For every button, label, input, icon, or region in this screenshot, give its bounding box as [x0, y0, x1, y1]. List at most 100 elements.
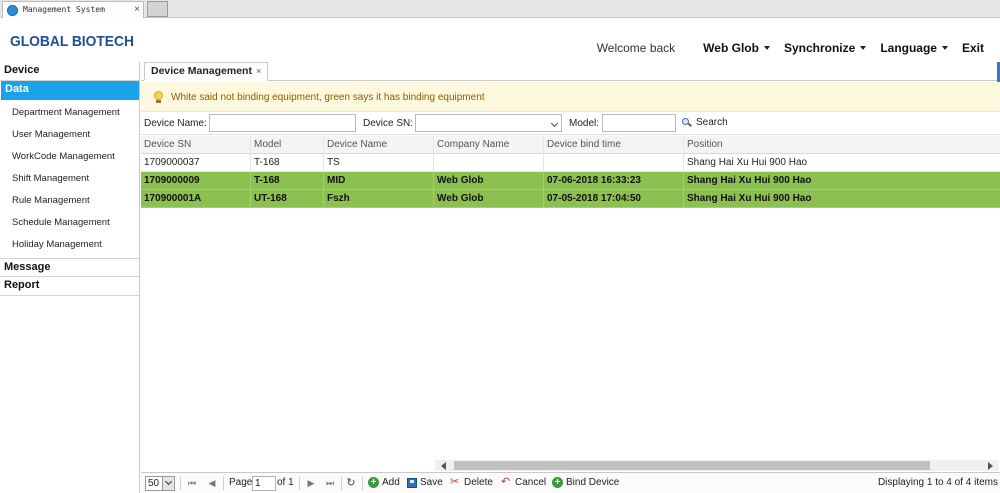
grid-horizontal-scrollbar[interactable] — [435, 460, 999, 471]
grid-header-row: Device SN Model Device Name Company Name… — [141, 136, 1000, 154]
prev-page-icon[interactable]: ◀ — [207, 477, 217, 489]
user-menu-label: Web Glob — [703, 41, 759, 55]
scrollbar-thumb[interactable] — [454, 461, 930, 470]
model-input[interactable] — [602, 114, 676, 132]
table-row[interactable]: 170900001A UT-168 Fszh Web Glob 07-05-20… — [141, 190, 1000, 208]
sidebar-section-report[interactable]: Report — [0, 277, 139, 296]
sidebar-item-department[interactable]: Department Management — [0, 102, 139, 124]
cell-model: T-168 — [251, 154, 324, 172]
cell-model: UT-168 — [251, 190, 324, 208]
page-number-value: 1 — [255, 478, 261, 489]
column-header-bind-time[interactable]: Device bind time — [544, 136, 684, 154]
cell-bind-time: 07-05-2018 17:04:50 — [544, 190, 684, 208]
user-menu[interactable]: Web Glob — [703, 41, 770, 55]
cell-device-sn: 1709000037 — [141, 154, 251, 172]
paging-toolbar: 50 ⏮ ◀ Page 1 of 1 ▶ ⏭ ↻ + Add Save ✂ Dele… — [141, 472, 1000, 493]
sidebar-item-workcode[interactable]: WorkCode Management — [0, 146, 139, 168]
column-header-model[interactable]: Model — [251, 136, 324, 154]
toolbar-separator — [341, 476, 342, 490]
column-header-position[interactable]: Position — [684, 136, 1000, 154]
cell-device-name: Fszh — [324, 190, 434, 208]
next-page-icon[interactable]: ▶ — [306, 477, 316, 489]
bind-device-button[interactable]: + Bind Device — [552, 477, 619, 488]
add-button[interactable]: + Add — [368, 477, 400, 488]
chevron-down-icon — [162, 477, 174, 490]
language-menu-label: Language — [880, 41, 937, 55]
notice-text: White said not binding equipment, green … — [171, 92, 485, 103]
cell-device-name: MID — [324, 172, 434, 190]
device-sn-label: Device SN: — [363, 118, 414, 129]
synchronize-menu[interactable]: Synchronize — [783, 41, 867, 55]
cell-position: Shang Hai Xu Hui 900 Hao — [687, 175, 812, 186]
cell-position: Shang Hai Xu Hui 900 Hao — [687, 193, 812, 204]
page-size-select[interactable]: 50 — [145, 476, 175, 491]
column-header-device-sn[interactable]: Device SN — [141, 136, 251, 154]
top-nav: Welcome back Web Glob Synchronize Langua… — [597, 41, 984, 55]
sidebar-section-data[interactable]: Data — [1, 81, 139, 100]
model-label: Model: — [569, 118, 600, 129]
column-header-company-name[interactable]: Company Name — [434, 136, 544, 154]
table-row[interactable]: 1709000037 T-168 TS Shang Hai Xu Hui 900… — [141, 154, 1000, 172]
refresh-icon[interactable]: ↻ — [346, 477, 356, 489]
save-label: Save — [420, 477, 443, 488]
cell-company-name — [434, 154, 544, 172]
sidebar-item-schedule[interactable]: Schedule Management — [0, 212, 139, 234]
device-sn-select[interactable] — [415, 114, 562, 132]
notice-banner: White said not binding equipment, green … — [141, 82, 1000, 112]
first-page-icon[interactable]: ⏮ — [187, 477, 197, 489]
search-icon — [682, 117, 692, 128]
tab-close-icon[interactable]: × — [256, 63, 261, 80]
sidebar-item-shift[interactable]: Shift Management — [0, 168, 139, 190]
new-tab-button[interactable] — [147, 1, 168, 17]
sidebar-item-rule[interactable]: Rule Management — [0, 190, 139, 212]
filter-bar: Device Name: Device SN: Model: Search — [141, 113, 1000, 135]
save-button[interactable]: Save — [407, 477, 443, 488]
scroll-right-icon[interactable] — [988, 462, 993, 470]
column-header-device-name[interactable]: Device Name — [324, 136, 434, 154]
browser-tab-title: Management System — [23, 5, 105, 14]
lightbulb-icon — [154, 91, 163, 103]
cell-bind-time: 07-06-2018 16:33:23 — [544, 172, 684, 190]
table-row[interactable]: 1709000009 T-168 MID Web Glob 07-06-2018… — [141, 172, 1000, 190]
page-tabbar: Device Management × — [141, 62, 1000, 81]
tab-device-management[interactable]: Device Management × — [144, 62, 269, 81]
sidebar-item-holiday[interactable]: Holiday Management — [0, 234, 139, 256]
app-globe-icon — [7, 5, 18, 16]
chevron-down-icon — [763, 46, 770, 50]
sidebar: Device Data Department Management User M… — [0, 62, 140, 493]
page-number-input[interactable]: 1 — [252, 476, 276, 491]
chevron-down-icon — [860, 46, 867, 50]
cell-device-sn: 1709000009 — [141, 172, 251, 190]
toolbar-separator — [180, 476, 181, 490]
cell-company-name: Web Glob — [434, 190, 544, 208]
device-name-input[interactable] — [209, 114, 356, 132]
delete-button[interactable]: ✂ Delete — [450, 477, 493, 489]
sidebar-section-device[interactable]: Device — [0, 62, 139, 81]
browser-tab[interactable]: Management System × — [2, 1, 144, 18]
last-page-icon[interactable]: ⏭ — [325, 477, 335, 489]
sidebar-section-message[interactable]: Message — [0, 258, 139, 277]
page-size-value: 50 — [148, 478, 160, 489]
tab-label: Device Management — [151, 65, 252, 77]
add-icon: + — [368, 477, 379, 488]
cell-bind-time — [544, 154, 684, 172]
cell-model: T-168 — [251, 172, 324, 190]
chevron-down-icon — [550, 119, 559, 128]
language-menu[interactable]: Language — [880, 41, 948, 55]
save-icon — [407, 477, 417, 488]
add-label: Add — [382, 477, 400, 488]
logo: GLOBAL BIOTECH — [10, 33, 134, 50]
synchronize-menu-label: Synchronize — [783, 41, 856, 55]
scroll-left-icon[interactable] — [441, 462, 446, 470]
sidebar-item-user[interactable]: User Management — [0, 124, 139, 146]
page-count-label: of 1 — [277, 477, 294, 488]
delete-label: Delete — [464, 477, 493, 488]
exit-link[interactable]: Exit — [962, 41, 984, 55]
browser-tab-close-icon[interactable]: × — [134, 4, 140, 16]
search-button[interactable]: Search — [682, 117, 728, 128]
cancel-button[interactable]: ↶ Cancel — [501, 477, 546, 489]
main-panel: Device Management × White said not bindi… — [141, 62, 1000, 493]
cell-company-name: Web Glob — [434, 172, 544, 190]
toolbar-separator — [223, 476, 224, 490]
toolbar-separator — [362, 476, 363, 490]
